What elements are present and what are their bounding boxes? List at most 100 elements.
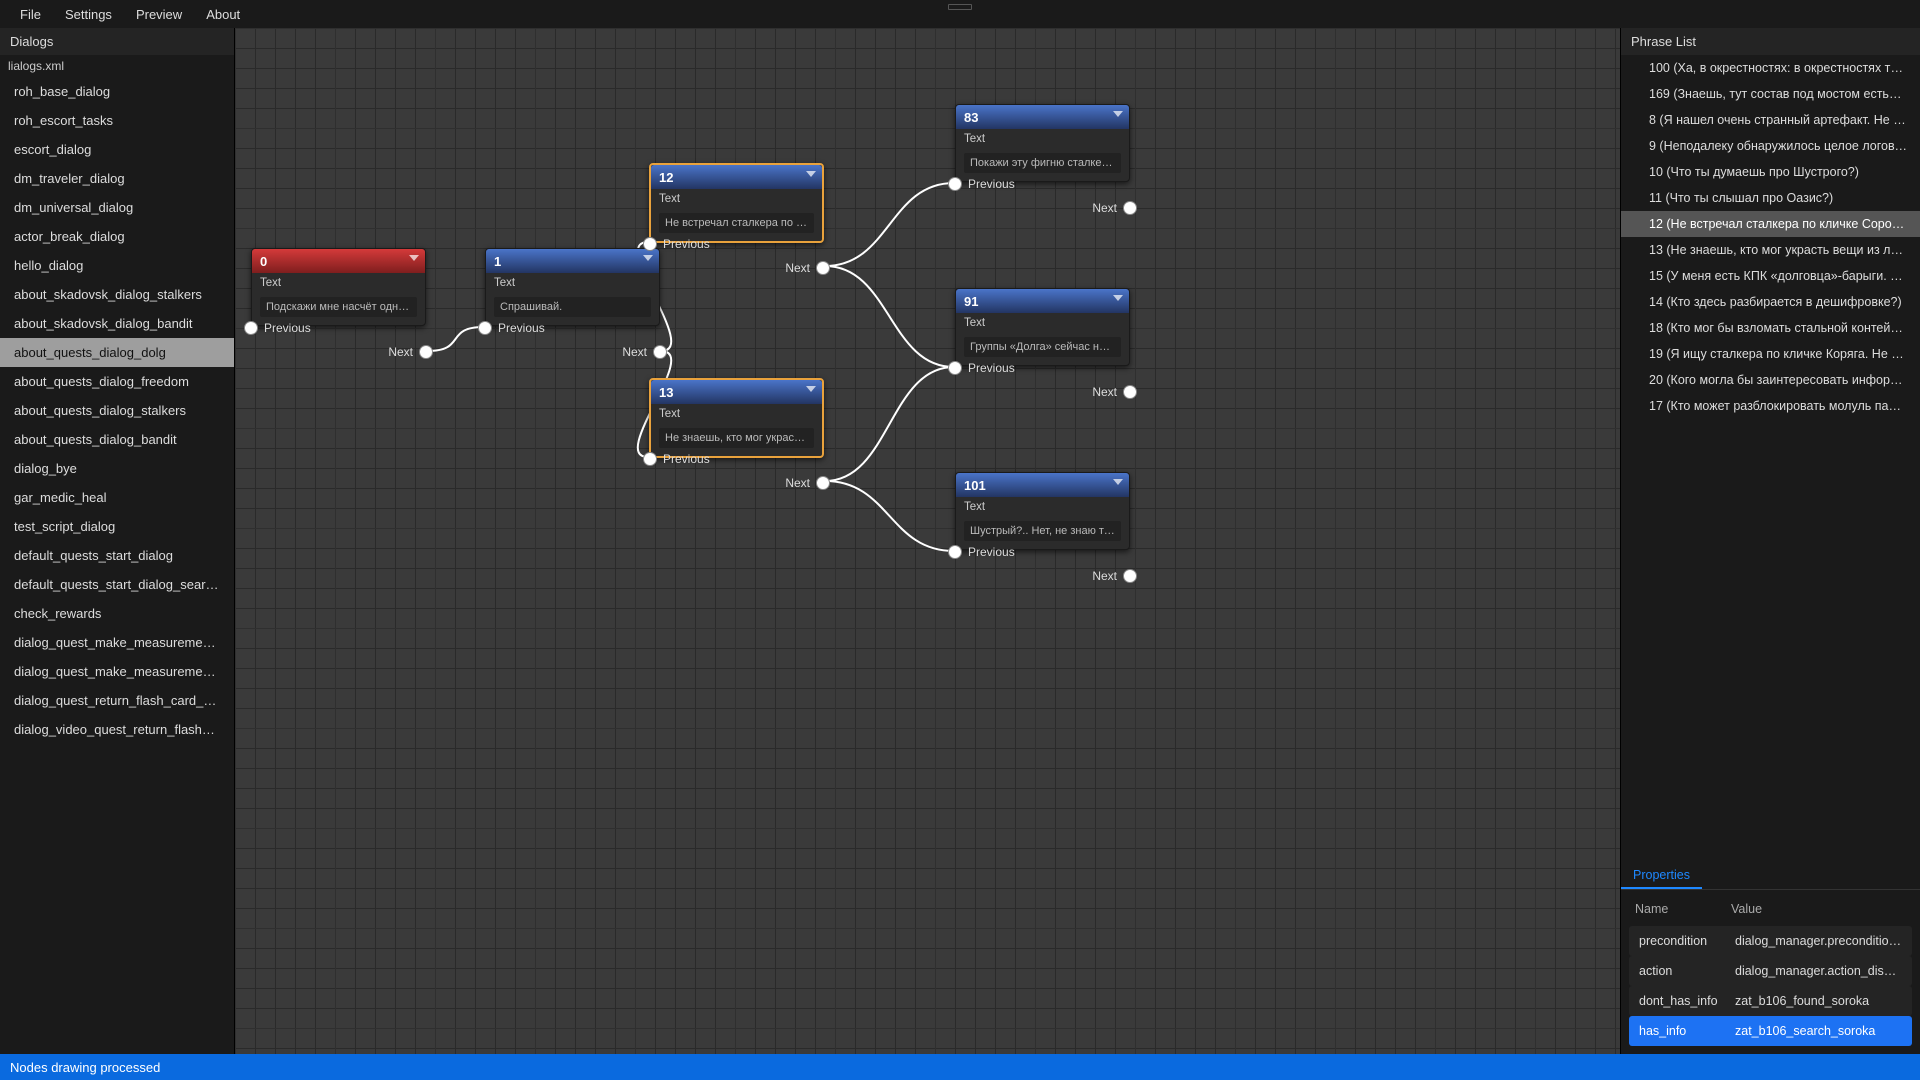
- dialog-item[interactable]: dialog_quest_return_flash_card_start: [0, 686, 234, 715]
- dialog-item[interactable]: dialog_bye: [0, 454, 234, 483]
- phrase-item[interactable]: 10 (Что ты думаешь про Шустрого?): [1621, 159, 1920, 185]
- dialog-item[interactable]: roh_base_dialog: [0, 77, 234, 106]
- node-text: Группы «Долга» сейчас не провод: [964, 337, 1121, 357]
- phrase-item[interactable]: 9 (Неподалеку обнаружилось целое логово …: [1621, 133, 1920, 159]
- phrase-item[interactable]: 11 (Что ты слышал про Оазис?): [1621, 185, 1920, 211]
- node-port-next[interactable]: Next: [1092, 201, 1137, 215]
- phrase-item[interactable]: 19 (Я ищу сталкера по кличке Коряга. Не …: [1621, 341, 1920, 367]
- dialog-node[interactable]: 101TextШустрый?.. Нет, не знаю такого. М…: [955, 472, 1130, 550]
- node-canvas[interactable]: 0TextПодскажи мне насчёт одного делPrevi…: [235, 28, 1620, 1054]
- dialog-item[interactable]: default_quests_start_dialog: [0, 541, 234, 570]
- port-dot-icon: [948, 361, 962, 375]
- phrase-item[interactable]: 14 (Кто здесь разбирается в дешифровке?): [1621, 289, 1920, 315]
- menu-item-about[interactable]: About: [194, 3, 252, 26]
- chevron-down-icon[interactable]: [643, 255, 653, 261]
- dialog-item[interactable]: default_quests_start_dialog_search_tools: [0, 570, 234, 599]
- status-text: Nodes drawing processed: [10, 1060, 160, 1075]
- phrase-item[interactable]: 8 (Я нашел очень странный артефакт. Не с…: [1621, 107, 1920, 133]
- node-port-previous[interactable]: Previous: [948, 177, 1015, 191]
- property-row[interactable]: has_infozat_b106_search_soroka: [1629, 1016, 1912, 1046]
- dialog-item[interactable]: actor_break_dialog: [0, 222, 234, 251]
- status-bar: Nodes drawing processed: [0, 1054, 1920, 1080]
- dialog-node[interactable]: 12TextНе встречал сталкера по кличке СPr…: [649, 163, 824, 243]
- chevron-down-icon[interactable]: [1113, 479, 1123, 485]
- chevron-down-icon[interactable]: [409, 255, 419, 261]
- phrase-item[interactable]: 13 (Не знаешь, кто мог украсть вещи из л…: [1621, 237, 1920, 263]
- property-row[interactable]: preconditiondialog_manager.precondition_…: [1629, 926, 1912, 956]
- node-port-next[interactable]: Next: [785, 261, 830, 275]
- port-label: Previous: [968, 361, 1015, 375]
- menu-item-preview[interactable]: Preview: [124, 3, 194, 26]
- node-port-previous[interactable]: Previous: [948, 545, 1015, 559]
- dialog-item[interactable]: about_skadovsk_dialog_bandit: [0, 309, 234, 338]
- dialog-item[interactable]: dm_universal_dialog: [0, 193, 234, 222]
- phrase-item[interactable]: 15 (У меня есть КПК «долговца»-барыги. К…: [1621, 263, 1920, 289]
- dialog-item[interactable]: dialog_quest_make_measurements_start: [0, 628, 234, 657]
- phrase-item[interactable]: 169 (Знаешь, тут состав под мостом есть?…: [1621, 81, 1920, 107]
- dialog-item[interactable]: check_rewards: [0, 599, 234, 628]
- dialog-list[interactable]: roh_base_dialogroh_escort_tasksescort_di…: [0, 77, 234, 1054]
- node-port-previous[interactable]: Previous: [643, 452, 710, 466]
- node-port-next[interactable]: Next: [785, 476, 830, 490]
- port-label: Next: [785, 476, 810, 490]
- phrase-list[interactable]: 100 (Ха, в окрестностях: в окрестностях …: [1621, 55, 1920, 861]
- dialog-item[interactable]: gar_medic_heal: [0, 483, 234, 512]
- node-text: Не встречал сталкера по кличке С: [659, 213, 814, 233]
- node-header[interactable]: 1: [486, 249, 659, 273]
- dialog-item[interactable]: escort_dialog: [0, 135, 234, 164]
- port-dot-icon: [1123, 385, 1137, 399]
- property-row[interactable]: actiondialog_manager.action_disable_q...: [1629, 956, 1912, 986]
- dialog-item[interactable]: dm_traveler_dialog: [0, 164, 234, 193]
- dialog-item[interactable]: about_skadovsk_dialog_stalkers: [0, 280, 234, 309]
- node-port-previous[interactable]: Previous: [478, 321, 545, 335]
- dialog-node[interactable]: 0TextПодскажи мне насчёт одного делPrevi…: [251, 248, 426, 326]
- dialog-item[interactable]: roh_escort_tasks: [0, 106, 234, 135]
- phrase-item[interactable]: 17 (Кто может разблокировать молуль памя…: [1621, 393, 1920, 419]
- node-port-previous[interactable]: Previous: [244, 321, 311, 335]
- node-header[interactable]: 101: [956, 473, 1129, 497]
- chevron-down-icon[interactable]: [806, 171, 816, 177]
- tab-properties[interactable]: Properties: [1621, 863, 1702, 889]
- prop-header-value: Value: [1731, 902, 1906, 916]
- node-sublabel: Text: [252, 273, 425, 293]
- node-sublabel: Text: [651, 189, 822, 209]
- dialog-item[interactable]: about_quests_dialog_dolg: [0, 338, 234, 367]
- chevron-down-icon[interactable]: [806, 386, 816, 392]
- dialog-item[interactable]: about_quests_dialog_bandit: [0, 425, 234, 454]
- node-port-previous[interactable]: Previous: [948, 361, 1015, 375]
- phrase-item[interactable]: 12 (Не встречал сталкера по кличке Сорок…: [1621, 211, 1920, 237]
- dialog-node[interactable]: 91TextГруппы «Долга» сейчас не проводPre…: [955, 288, 1130, 366]
- node-port-next[interactable]: Next: [1092, 385, 1137, 399]
- dialog-item[interactable]: dialog_video_quest_return_flash_card_sta…: [0, 715, 234, 744]
- phrase-item[interactable]: 20 (Кого могла бы заинтересовать информа…: [1621, 367, 1920, 393]
- chevron-down-icon[interactable]: [1113, 111, 1123, 117]
- dialog-item[interactable]: dialog_quest_make_measurements_finish: [0, 657, 234, 686]
- dialog-item[interactable]: about_quests_dialog_stalkers: [0, 396, 234, 425]
- node-port-previous[interactable]: Previous: [643, 237, 710, 251]
- node-header[interactable]: 91: [956, 289, 1129, 313]
- dialog-item[interactable]: about_quests_dialog_freedom: [0, 367, 234, 396]
- dialog-node[interactable]: 83TextПокажи эту фигню сталкерам, оньPre…: [955, 104, 1130, 182]
- node-port-next[interactable]: Next: [388, 345, 433, 359]
- node-header[interactable]: 13: [651, 380, 822, 404]
- port-label: Next: [1092, 569, 1117, 583]
- node-port-next[interactable]: Next: [622, 345, 667, 359]
- window-grip[interactable]: [948, 4, 972, 10]
- phrase-item[interactable]: 100 (Ха, в окрестностях: в окрестностях …: [1621, 55, 1920, 81]
- property-name: precondition: [1639, 934, 1735, 948]
- phrase-item[interactable]: 18 (Кто мог бы взломать стальной контейн…: [1621, 315, 1920, 341]
- dialog-node[interactable]: 1TextСпрашивай.PreviousNext: [485, 248, 660, 326]
- dialog-node[interactable]: 13TextНе знаешь, кто мог украсть вещиPre…: [649, 378, 824, 458]
- dialog-item[interactable]: test_script_dialog: [0, 512, 234, 541]
- menu-item-settings[interactable]: Settings: [53, 3, 124, 26]
- node-header[interactable]: 12: [651, 165, 822, 189]
- node-header[interactable]: 0: [252, 249, 425, 273]
- dialogs-file-name: lialogs.xml: [0, 55, 234, 77]
- menu-item-file[interactable]: File: [8, 3, 53, 26]
- node-port-next[interactable]: Next: [1092, 569, 1137, 583]
- property-row[interactable]: dont_has_infozat_b106_found_soroka: [1629, 986, 1912, 1016]
- node-header[interactable]: 83: [956, 105, 1129, 129]
- chevron-down-icon[interactable]: [1113, 295, 1123, 301]
- dialog-item[interactable]: hello_dialog: [0, 251, 234, 280]
- node-text: Не знаешь, кто мог украсть вещи: [659, 428, 814, 448]
